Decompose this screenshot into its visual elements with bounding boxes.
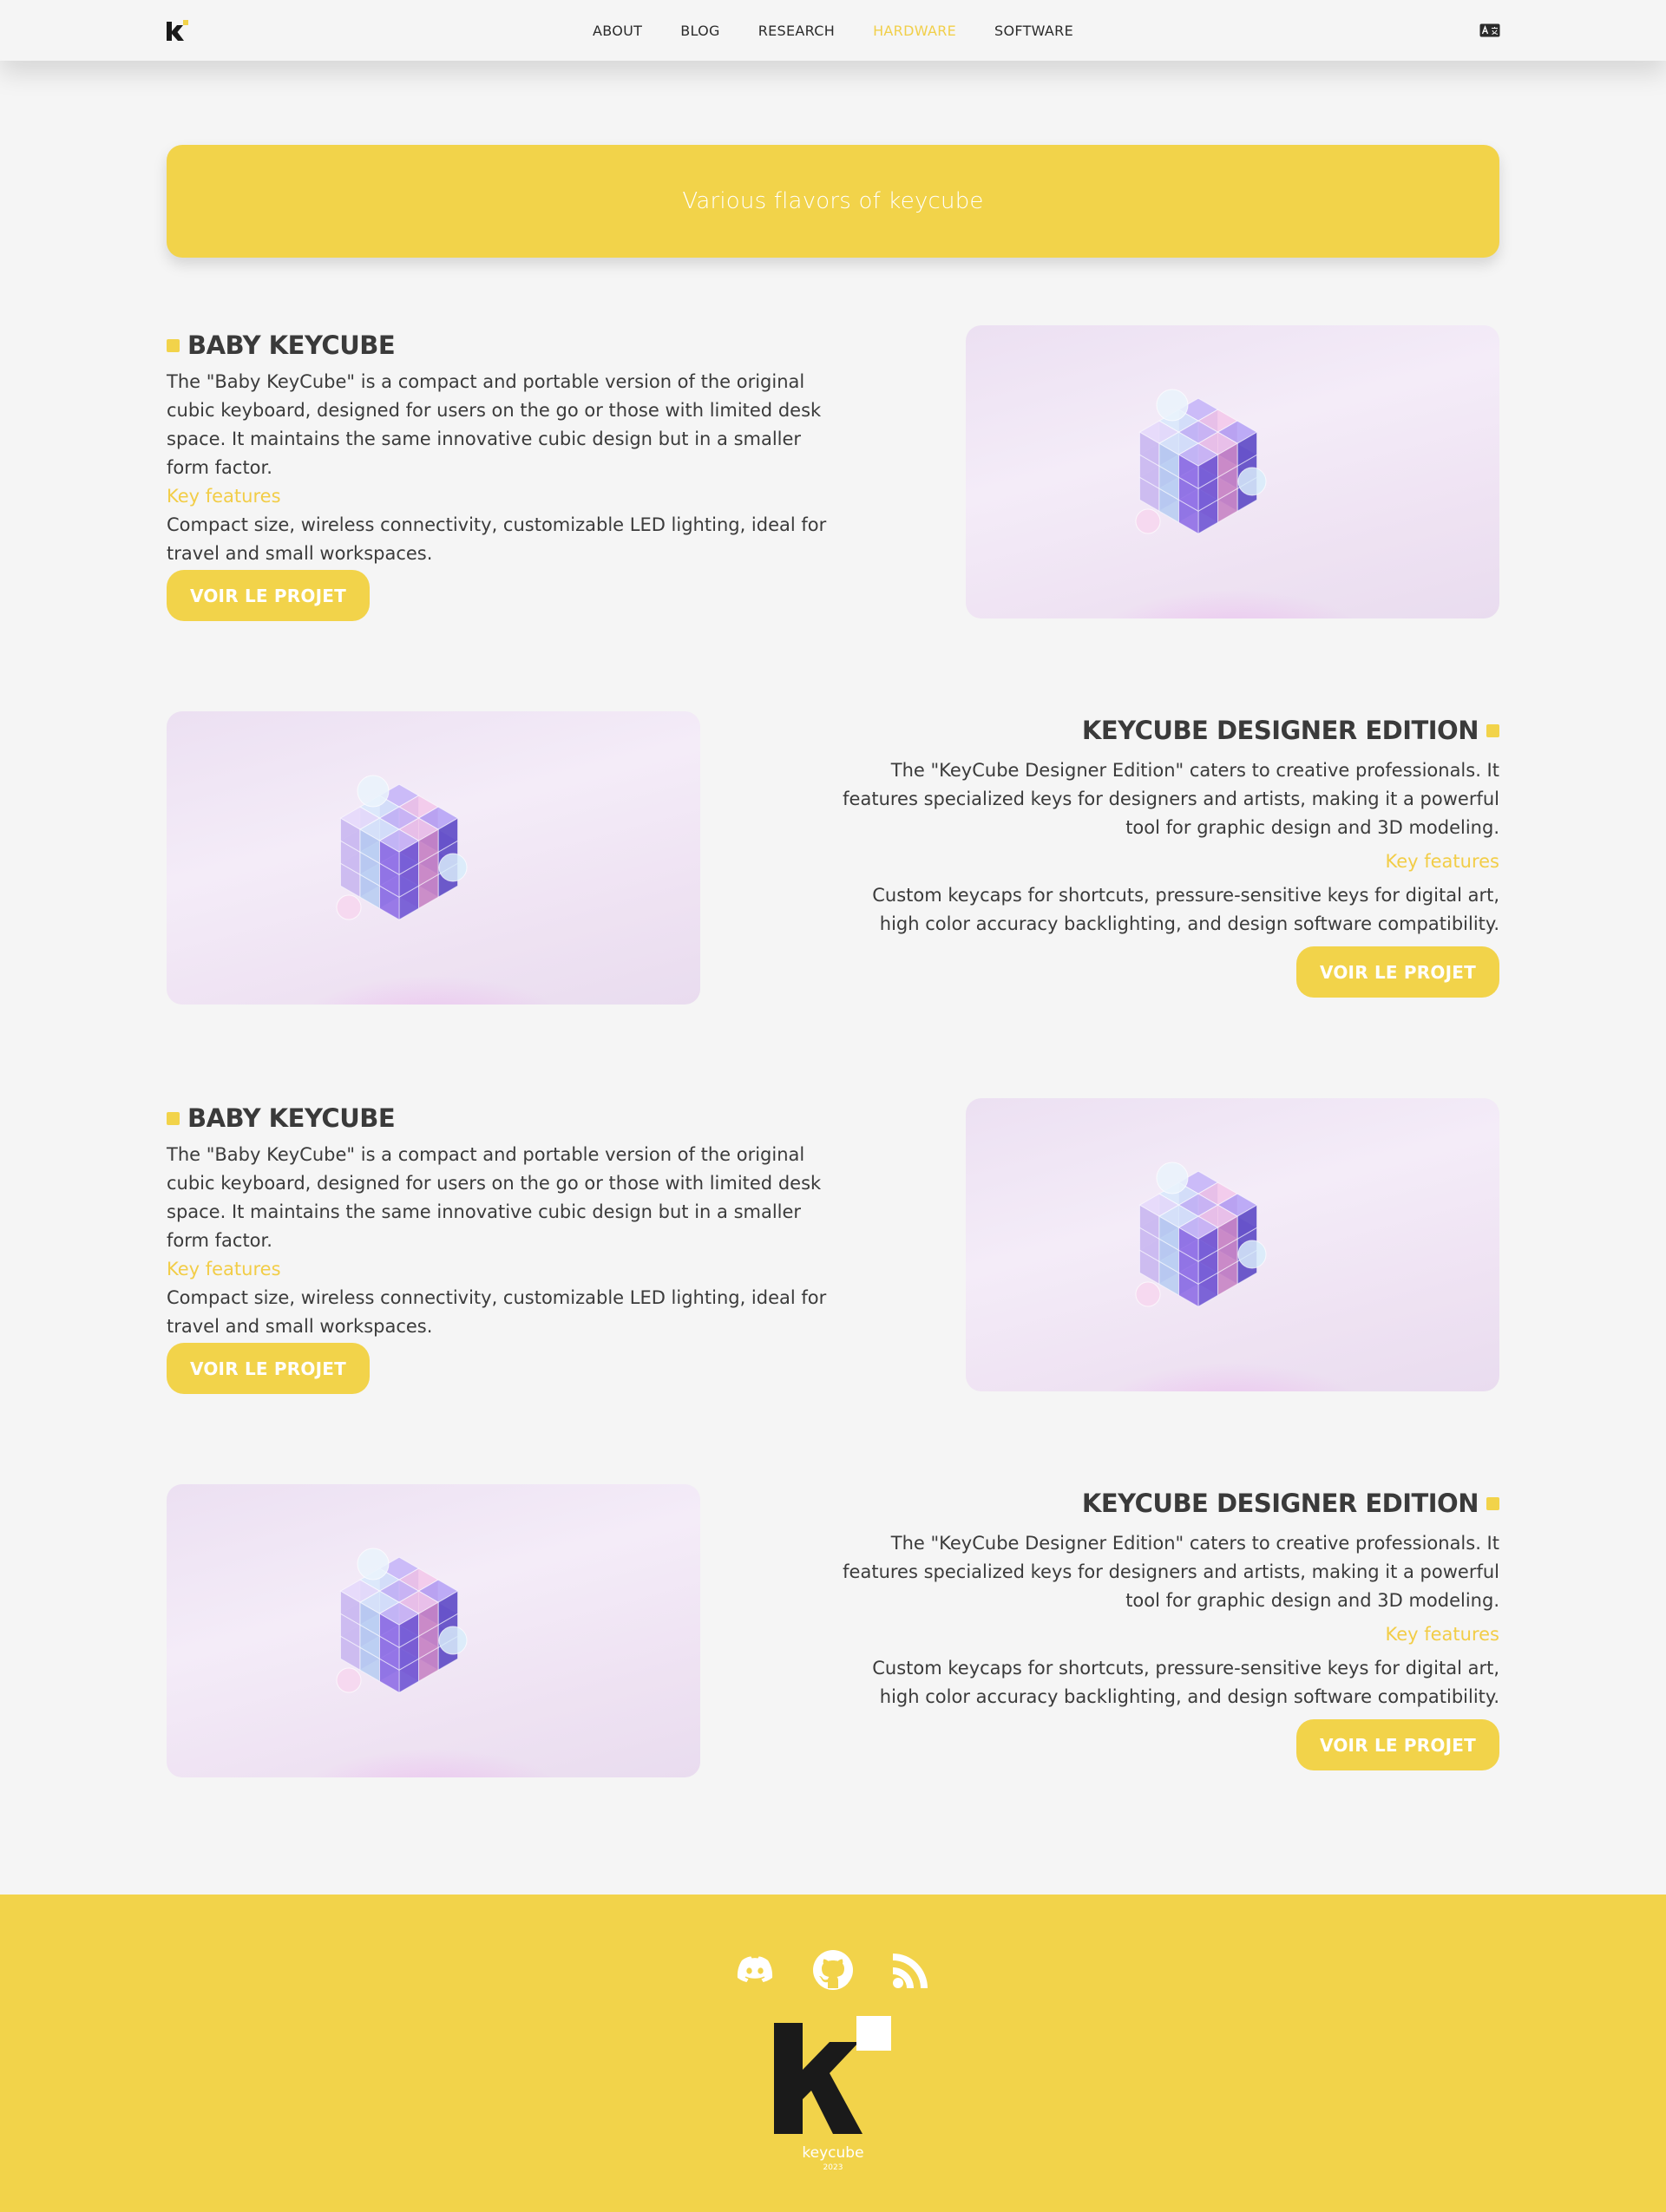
product-section-baby-keycube-1: BABY KEYCUBE The "Baby KeyCube" is a com…: [167, 325, 1499, 621]
product-image: [167, 711, 700, 1005]
voir-le-projet-button[interactable]: VOIR LE PROJET: [167, 570, 370, 621]
product-text: KEYCUBE DESIGNER EDITION The "KeyCube De…: [830, 1484, 1499, 1770]
discord-icon[interactable]: [733, 1948, 777, 1992]
product-section-designer-edition-1: KEYCUBE DESIGNER EDITION The "KeyCube De…: [167, 711, 1499, 1006]
keycube-render-image: [1135, 389, 1267, 535]
product-title-text: KEYCUBE DESIGNER EDITION: [1081, 716, 1479, 745]
rss-icon[interactable]: [889, 1948, 933, 1992]
voir-le-projet-button[interactable]: VOIR LE PROJET: [1296, 1719, 1499, 1770]
product-text: BABY KEYCUBE The "Baby KeyCube" is a com…: [167, 1098, 836, 1394]
product-text: BABY KEYCUBE The "Baby KeyCube" is a com…: [167, 325, 836, 621]
banner-title: Various flavors of keycube: [682, 188, 984, 214]
product-text: KEYCUBE DESIGNER EDITION The "KeyCube De…: [830, 711, 1499, 998]
keycube-footer-logo-icon: [774, 2016, 891, 2134]
nav-link-research[interactable]: RESEARCH: [758, 23, 835, 39]
title-bullet-icon: [167, 338, 180, 352]
keycube-render-image: [1135, 1162, 1267, 1308]
keycube-render-image: [336, 775, 468, 921]
keycube-render-image: [336, 1548, 468, 1694]
product-description: The "Baby KeyCube" is a compact and port…: [167, 1144, 822, 1251]
top-navbar: ABOUT BLOG RESEARCH HARDWARE SOFTWARE: [0, 0, 1666, 61]
nav-link-about[interactable]: ABOUT: [593, 23, 642, 39]
key-features-text: Custom keycaps for shortcuts, pressure-s…: [872, 885, 1499, 934]
key-features-label: Key features: [167, 486, 281, 507]
product-image: [966, 1098, 1499, 1391]
title-bullet-icon: [1486, 1496, 1499, 1510]
product-title-text: KEYCUBE DESIGNER EDITION: [1081, 1489, 1479, 1518]
product-title: BABY KEYCUBE: [167, 328, 836, 363]
product-title: KEYCUBE DESIGNER EDITION: [830, 1486, 1499, 1521]
key-features-text: Compact size, wireless connectivity, cus…: [167, 1287, 827, 1337]
product-title-text: BABY KEYCUBE: [187, 1103, 396, 1133]
product-title: BABY KEYCUBE: [167, 1101, 836, 1135]
product-description: The "KeyCube Designer Edition" caters to…: [843, 760, 1499, 838]
key-features-text: Custom keycaps for shortcuts, pressure-s…: [872, 1658, 1499, 1707]
social-links: [0, 1948, 1666, 1992]
translate-icon[interactable]: [1479, 23, 1500, 37]
footer-brand-name: keycube: [802, 2144, 864, 2162]
hero-banner: Various flavors of keycube: [167, 145, 1499, 258]
nav-link-hardware[interactable]: HARDWARE: [873, 23, 956, 39]
product-title-text: BABY KEYCUBE: [187, 330, 396, 360]
product-description: The "KeyCube Designer Edition" caters to…: [843, 1533, 1499, 1611]
title-bullet-icon: [167, 1111, 180, 1125]
product-description: The "Baby KeyCube" is a compact and port…: [167, 371, 822, 478]
voir-le-projet-button[interactable]: VOIR LE PROJET: [167, 1343, 370, 1394]
nav-link-software[interactable]: SOFTWARE: [994, 23, 1073, 39]
nav-link-blog[interactable]: BLOG: [680, 23, 720, 39]
key-features-text: Compact size, wireless connectivity, cus…: [167, 514, 827, 564]
key-features-label: Key features: [167, 1259, 281, 1279]
product-section-designer-edition-2: KEYCUBE DESIGNER EDITION The "KeyCube De…: [167, 1484, 1499, 1779]
product-title: KEYCUBE DESIGNER EDITION: [830, 713, 1499, 748]
title-bullet-icon: [1486, 723, 1499, 737]
voir-le-projet-button[interactable]: VOIR LE PROJET: [1296, 946, 1499, 998]
key-features-label: Key features: [1385, 1624, 1499, 1645]
product-image: [167, 1484, 700, 1777]
product-section-baby-keycube-2: BABY KEYCUBE The "Baby KeyCube" is a com…: [167, 1098, 1499, 1394]
key-features-label: Key features: [1385, 851, 1499, 872]
github-icon[interactable]: [811, 1948, 855, 1992]
product-image: [966, 325, 1499, 618]
nav-links: ABOUT BLOG RESEARCH HARDWARE SOFTWARE: [0, 0, 1666, 61]
footer-year: 2023: [823, 2163, 843, 2172]
